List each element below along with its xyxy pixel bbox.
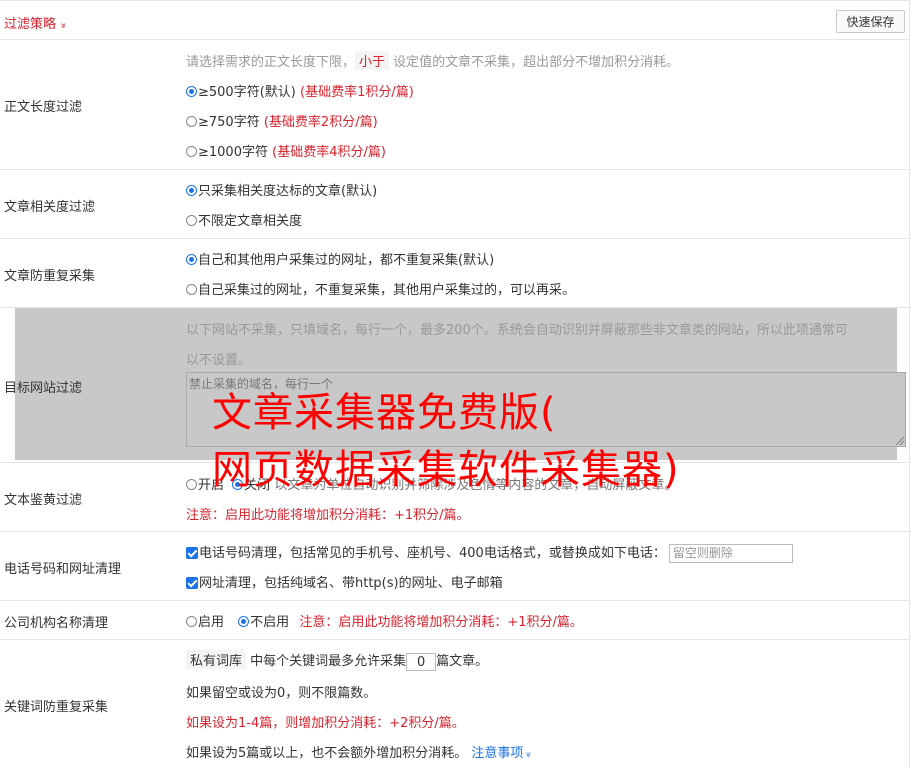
porn-filter-note: 注意：启用此功能将增加积分消耗：+1积分/篇。 [186,508,470,523]
radio-icon[interactable] [186,284,197,295]
line4-text: 如果设为5篇或以上，也不会额外增加积分消耗。 [186,746,468,761]
option-label: 不限定文章相关度 [198,214,303,229]
option-label: 自己采集过的网址，不重复采集，其他用户采集过的，可以再采。 [198,283,576,298]
watermark-line-1: 文章采集器免费版( [212,390,557,436]
site-filter-desc-1: 以下网站不采集，只填域名，每行一个，最多200个。系统会自动识别并屏蔽那些非文章… [186,323,848,338]
desc-pre: 请选择需求的正文长度下限， [186,55,356,70]
length-option-750[interactable]: ≥750字符 (基础费率2积分/篇) [186,111,378,130]
chevron-down-icon: » [523,751,534,758]
keyword-dedup-line-2: 如果留空或设为0，则不限篇数。 [186,686,377,701]
length-filter-desc: 请选择需求的正文长度下限， 小于 设定值的文章不采集，超出部分不增加积分消耗。 [186,51,679,70]
keyword-dedup-line-3: 如果设为1-4篇，则增加积分消耗：+2积分/篇。 [186,716,465,731]
org-clean-enable[interactable]: 启用 [186,615,224,630]
option-label: 不启用 [250,615,290,630]
relevance-row: 文章相关度过滤 只采集相关度达标的文章(默认) 不限定文章相关度 [0,170,910,239]
phone-clean-option[interactable]: 电话号码清理，包括常见的手机号、座机号、400电话格式，或替换成如下电话： 留空则… [186,542,793,563]
radio-icon[interactable] [186,616,197,627]
max-articles-input[interactable]: 0 [406,652,437,671]
option-label: ≥1000字符 [198,145,268,160]
length-filter-label: 正文长度过滤 [4,100,83,115]
notice-link-label: 注意事项 [471,746,524,761]
less-than-tag: 小于 [355,51,390,70]
private-lexicon-tag[interactable]: 私有词库 [186,650,247,669]
length-filter-row: 正文长度过滤 请选择需求的正文长度下限， 小于 设定值的文章不采集，超出部分不增加… [0,40,910,170]
dedup-option-all[interactable]: 自己和其他用户采集过的网址，都不重复采集(默认) [186,249,494,268]
filter-strategy-title: 过滤策略 [4,17,57,32]
org-clean-disable[interactable]: 不启用 [238,615,289,630]
notice-link[interactable]: 注意事项» [471,746,534,761]
radio-selected-icon[interactable] [238,616,250,627]
radio-icon[interactable] [186,479,197,490]
dedup-label: 文章防重复采集 [4,269,96,284]
phone-clean-label: 电话号码和网址清理 [4,562,122,577]
length-option-1000[interactable]: ≥1000字符 (基础费率4积分/篇) [186,141,386,160]
line1-mid: 中每个关键词最多允许采集 [250,654,407,669]
option-label: 电话号码清理，包括常见的手机号、座机号、400电话格式，或替换成如下电话： [199,546,666,561]
site-filter-label: 目标网站过滤 [4,381,83,396]
radio-selected-icon[interactable] [186,86,197,97]
site-filter-desc-2: 以不设置。 [186,353,252,368]
checkbox-checked-icon[interactable] [186,577,198,589]
textarea-placeholder: 禁止采集的域名，每行一个 [189,377,334,391]
line1-post: 篇文章。 [436,654,489,669]
org-clean-note: 注意：启用此功能将增加积分消耗：+1积分/篇。 [299,615,583,630]
watermark-line-2: 网页数据采集软件采集器) [212,447,680,493]
filter-header: 过滤策略» 快速保存 [0,0,910,40]
url-clean-option[interactable]: 网址清理，包括纯域名、带http(s)的网址、电子邮箱 [186,572,503,591]
option-label: 自己和其他用户采集过的网址，都不重复采集(默认) [198,253,495,268]
keyword-dedup-line-4: 如果设为5篇或以上，也不会额外增加积分消耗。 注意事项» [186,742,534,761]
option-label: ≥750字符 [198,115,260,130]
option-label: ≥500字符(默认) [198,85,296,100]
relevance-option-qualified[interactable]: 只采集相关度达标的文章(默认) [186,180,377,199]
radio-icon[interactable] [186,146,197,157]
org-clean-row: 公司机构名称清理 启用 不启用 注意：启用此功能将增加积分消耗：+1积分/篇。 [0,601,910,640]
radio-icon[interactable] [186,116,197,127]
option-label: 启用 [198,615,225,630]
option-label: 网址清理，包括纯域名、带http(s)的网址、电子邮箱 [199,576,503,591]
keyword-dedup-line-1: 私有词库 中每个关键词最多允许采集 0 篇文章。 [186,650,488,671]
option-note: (基础费率2积分/篇) [263,115,378,130]
org-clean-options: 启用 不启用 注意：启用此功能将增加积分消耗：+1积分/篇。 [186,611,583,630]
desc-post: 设定值的文章不采集，超出部分不增加积分消耗。 [393,55,680,70]
option-note: (基础费率1积分/篇) [300,85,414,100]
filter-strategy-toggle[interactable]: 过滤策略» [4,13,69,32]
checkbox-checked-icon[interactable] [186,547,198,559]
org-clean-label: 公司机构名称清理 [4,616,109,631]
radio-selected-icon[interactable] [186,185,197,196]
relevance-option-unlimited[interactable]: 不限定文章相关度 [186,210,302,229]
keyword-dedup-label: 关键词防重复采集 [4,700,109,715]
option-note: (基础费率4积分/篇) [272,145,386,160]
dedup-row: 文章防重复采集 自己和其他用户采集过的网址，都不重复采集(默认) 自己采集过的网… [0,239,910,308]
resize-handle-icon[interactable] [896,437,904,445]
quick-save-button[interactable]: 快速保存 [836,10,905,33]
length-option-500[interactable]: ≥500字符(默认) (基础费率1积分/篇) [186,81,414,100]
keyword-dedup-row: 关键词防重复采集 私有词库 中每个关键词最多允许采集 0 篇文章。 如果留空或设为0… [0,640,910,768]
option-label: 只采集相关度达标的文章(默认) [198,184,378,199]
chevron-down-icon: » [57,22,69,29]
radio-selected-icon[interactable] [186,254,197,265]
radio-icon[interactable] [186,215,197,226]
dedup-option-self[interactable]: 自己采集过的网址，不重复采集，其他用户采集过的，可以再采。 [186,279,575,298]
porn-filter-label: 文本鉴黄过滤 [4,493,83,508]
replacement-phone-input[interactable]: 留空则删除 [668,544,793,563]
relevance-label: 文章相关度过滤 [4,200,96,215]
phone-clean-row: 电话号码和网址清理 电话号码清理，包括常见的手机号、座机号、400电话格式，或替… [0,532,910,601]
